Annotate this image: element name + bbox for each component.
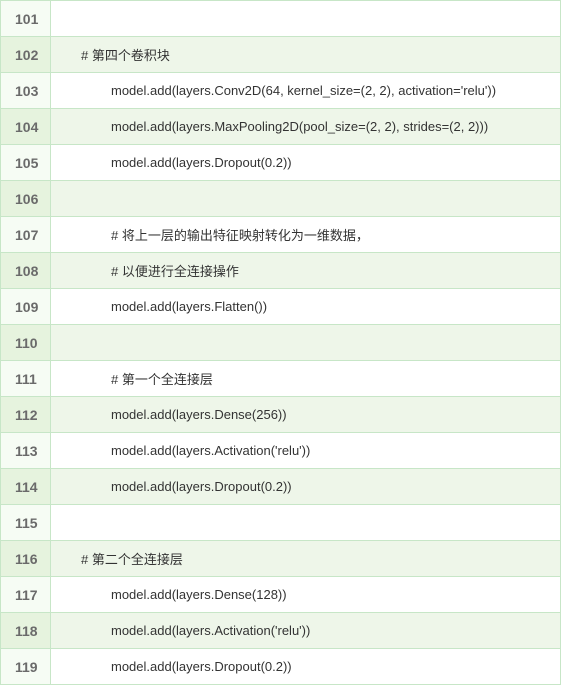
code-cell <box>51 1 561 37</box>
code-row: 111 # 第一个全连接层 <box>1 361 561 397</box>
line-number: 107 <box>1 217 51 253</box>
code-row: 104 model.add(layers.MaxPooling2D(pool_si… <box>1 109 561 145</box>
code-text: # 第一个全连接层 <box>111 372 213 387</box>
line-number: 111 <box>1 361 51 397</box>
line-number: 103 <box>1 73 51 109</box>
code-row: 105 model.add(layers.Dropout(0.2)) <box>1 145 561 181</box>
code-text: model.add(layers.Conv2D(64, kernel_size=… <box>111 83 496 98</box>
code-cell <box>51 325 561 361</box>
code-text: model.add(layers.Activation('relu')) <box>111 443 310 458</box>
code-text: # 以便进行全连接操作 <box>111 264 239 279</box>
code-row: 106 <box>1 181 561 217</box>
code-row: 118 model.add(layers.Activation('relu')) <box>1 613 561 649</box>
code-listing-body: 101 102 # 第四个卷积块 103 model.add(layers.Conv… <box>1 1 561 685</box>
line-number: 116 <box>1 541 51 577</box>
line-number: 106 <box>1 181 51 217</box>
line-number: 118 <box>1 613 51 649</box>
code-cell: model.add(layers.Dense(128)) <box>51 577 561 613</box>
code-cell: model.add(layers.Activation('relu')) <box>51 613 561 649</box>
code-cell: model.add(layers.Flatten()) <box>51 289 561 325</box>
line-number: 101 <box>1 1 51 37</box>
code-row: 107 # 将上一层的输出特征映射转化为一维数据， <box>1 217 561 253</box>
line-number: 104 <box>1 109 51 145</box>
line-number: 117 <box>1 577 51 613</box>
line-number: 102 <box>1 37 51 73</box>
code-cell: # 第四个卷积块 <box>51 37 561 73</box>
code-cell: # 将上一层的输出特征映射转化为一维数据， <box>51 217 561 253</box>
line-number: 115 <box>1 505 51 541</box>
code-listing-table: 101 102 # 第四个卷积块 103 model.add(layers.Conv… <box>0 0 561 685</box>
line-number: 108 <box>1 253 51 289</box>
code-cell: model.add(layers.Activation('relu')) <box>51 433 561 469</box>
code-cell: model.add(layers.Dropout(0.2)) <box>51 649 561 685</box>
code-text: # 第四个卷积块 <box>81 48 170 63</box>
code-text: model.add(layers.Activation('relu')) <box>111 623 310 638</box>
code-row: 103 model.add(layers.Conv2D(64, kernel_si… <box>1 73 561 109</box>
line-number: 114 <box>1 469 51 505</box>
line-number: 119 <box>1 649 51 685</box>
line-number: 110 <box>1 325 51 361</box>
code-text: model.add(layers.Dropout(0.2)) <box>111 659 292 674</box>
code-row: 109 model.add(layers.Flatten()) <box>1 289 561 325</box>
code-cell: # 第二个全连接层 <box>51 541 561 577</box>
code-row: 114 model.add(layers.Dropout(0.2)) <box>1 469 561 505</box>
code-row: 108 # 以便进行全连接操作 <box>1 253 561 289</box>
code-cell: model.add(layers.Dropout(0.2)) <box>51 145 561 181</box>
line-number: 112 <box>1 397 51 433</box>
code-text: model.add(layers.Dense(256)) <box>111 407 287 422</box>
code-row: 113 model.add(layers.Activation('relu')) <box>1 433 561 469</box>
code-row: 112 model.add(layers.Dense(256)) <box>1 397 561 433</box>
line-number: 109 <box>1 289 51 325</box>
code-text: # 第二个全连接层 <box>81 552 183 567</box>
code-row: 115 <box>1 505 561 541</box>
code-text: model.add(layers.Dense(128)) <box>111 587 287 602</box>
code-cell <box>51 181 561 217</box>
code-row: 116 # 第二个全连接层 <box>1 541 561 577</box>
code-cell <box>51 505 561 541</box>
code-cell: model.add(layers.Dense(256)) <box>51 397 561 433</box>
code-row: 102 # 第四个卷积块 <box>1 37 561 73</box>
code-text: model.add(layers.MaxPooling2D(pool_size=… <box>111 119 488 134</box>
line-number: 113 <box>1 433 51 469</box>
code-row: 117 model.add(layers.Dense(128)) <box>1 577 561 613</box>
code-cell: model.add(layers.MaxPooling2D(pool_size=… <box>51 109 561 145</box>
code-cell: model.add(layers.Dropout(0.2)) <box>51 469 561 505</box>
code-row: 101 <box>1 1 561 37</box>
line-number: 105 <box>1 145 51 181</box>
code-cell: # 以便进行全连接操作 <box>51 253 561 289</box>
code-row: 110 <box>1 325 561 361</box>
code-text: model.add(layers.Dropout(0.2)) <box>111 155 292 170</box>
code-cell: model.add(layers.Conv2D(64, kernel_size=… <box>51 73 561 109</box>
code-cell: # 第一个全连接层 <box>51 361 561 397</box>
code-row: 119 model.add(layers.Dropout(0.2)) <box>1 649 561 685</box>
code-text: model.add(layers.Flatten()) <box>111 299 267 314</box>
code-text: model.add(layers.Dropout(0.2)) <box>111 479 292 494</box>
code-text: # 将上一层的输出特征映射转化为一维数据， <box>111 228 369 243</box>
